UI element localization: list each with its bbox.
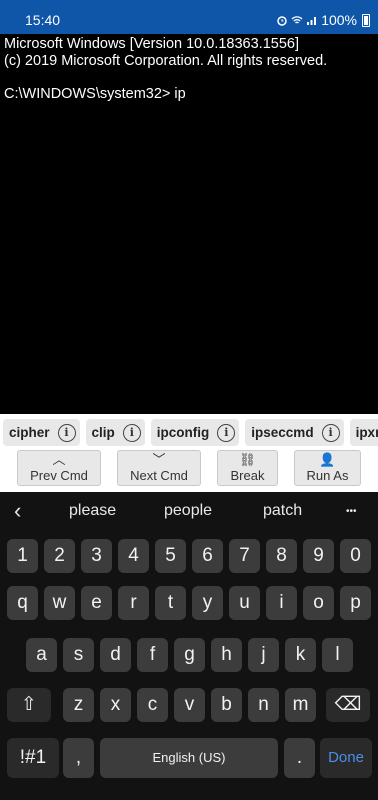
command-chip-row: cipher i clip i ipconfig i ipseccmd i ip… <box>3 419 378 446</box>
console-line: (c) 2019 Microsoft Corporation. All righ… <box>4 52 328 69</box>
key-comma[interactable]: , <box>63 738 94 778</box>
key-z[interactable]: z <box>63 688 94 722</box>
key-r[interactable]: r <box>118 586 149 620</box>
key-f[interactable]: f <box>137 638 168 672</box>
more-options-icon[interactable]: ••• <box>346 506 357 517</box>
key-x[interactable]: x <box>100 688 131 722</box>
signal-icon <box>307 17 317 25</box>
break-link-icon: ⛓ <box>239 452 256 467</box>
chip-label: ipxr <box>355 425 378 440</box>
key-d[interactable]: d <box>100 638 131 672</box>
suggestion-word[interactable]: patch <box>263 502 302 520</box>
key-9[interactable]: 9 <box>303 539 334 573</box>
action-button-row: ︿ Prev Cmd ﹀ Next Cmd ⛓ Break 👤 Run As <box>0 450 378 488</box>
key-i[interactable]: i <box>266 586 297 620</box>
chip-label: ipseccmd <box>251 425 314 440</box>
chip-label: cipher <box>9 425 50 440</box>
keyboard-suggestion-bar: ‹ please people patch ••• <box>0 492 378 530</box>
space-key[interactable]: English (US) <box>100 738 278 778</box>
next-cmd-button[interactable]: ﹀ Next Cmd <box>117 450 201 486</box>
prev-cmd-button[interactable]: ︿ Prev Cmd <box>17 450 101 486</box>
key-e[interactable]: e <box>81 586 112 620</box>
key-o[interactable]: o <box>303 586 334 620</box>
key-t[interactable]: t <box>155 586 186 620</box>
done-key[interactable]: Done <box>320 738 372 778</box>
key-l[interactable]: l <box>322 638 353 672</box>
shift-key[interactable]: ⇧ <box>7 688 51 722</box>
command-suggestions-panel: cipher i clip i ipconfig i ipseccmd i ip… <box>0 414 378 492</box>
key-b[interactable]: b <box>211 688 242 722</box>
info-icon[interactable]: i <box>321 423 340 442</box>
button-label: Prev Cmd <box>30 468 88 483</box>
alarm-icon <box>277 16 287 26</box>
key-6[interactable]: 6 <box>192 539 223 573</box>
chevron-up-icon: ︿ <box>52 452 66 467</box>
symbols-key[interactable]: !#1 <box>7 738 59 778</box>
key-period[interactable]: . <box>284 738 315 778</box>
key-c[interactable]: c <box>137 688 168 722</box>
button-label: Break <box>230 468 265 483</box>
status-icons: 100% <box>276 12 370 28</box>
key-k[interactable]: k <box>285 638 316 672</box>
console-output[interactable]: Microsoft Windows [Version 10.0.18363.15… <box>0 34 378 414</box>
command-chip-ipconfig[interactable]: ipconfig i <box>150 419 240 446</box>
key-g[interactable]: g <box>174 638 205 672</box>
key-p[interactable]: p <box>340 586 371 620</box>
info-icon[interactable]: i <box>217 423 236 442</box>
chip-label: clip <box>91 425 115 440</box>
wifi-icon <box>291 16 303 24</box>
break-button[interactable]: ⛓ Break <box>217 450 278 486</box>
key-w[interactable]: w <box>44 586 75 620</box>
command-chip-ipseccmd[interactable]: ipseccmd i <box>245 419 344 446</box>
suggestion-word[interactable]: people <box>164 502 212 520</box>
key-7[interactable]: 7 <box>229 539 260 573</box>
console-prompt-line: C:\WINDOWS\system32> ip <box>4 85 186 102</box>
key-q[interactable]: q <box>7 586 38 620</box>
button-label: Next Cmd <box>130 468 188 483</box>
chevron-left-icon[interactable]: ‹ <box>14 498 21 524</box>
key-n[interactable]: n <box>248 688 279 722</box>
backspace-key[interactable]: ⌫ <box>326 688 370 722</box>
battery-percent: 100% <box>321 12 357 28</box>
key-8[interactable]: 8 <box>266 539 297 573</box>
user-icon: 👤 <box>319 452 336 467</box>
suggestion-word[interactable]: please <box>69 502 116 520</box>
chevron-down-icon: ﹀ <box>152 452 166 467</box>
status-time: 15:40 <box>25 12 61 28</box>
info-icon[interactable]: i <box>122 423 141 442</box>
key-a[interactable]: a <box>26 638 57 672</box>
status-bar: 15:40 100% <box>0 0 378 34</box>
key-v[interactable]: v <box>174 688 205 722</box>
info-icon[interactable]: i <box>57 423 76 442</box>
command-chip-cipher[interactable]: cipher i <box>3 419 80 446</box>
battery-icon <box>362 13 370 27</box>
soft-keyboard: ‹ please people patch ••• 1234567890qwer… <box>0 492 378 800</box>
key-j[interactable]: j <box>248 638 279 672</box>
key-h[interactable]: h <box>211 638 242 672</box>
key-m[interactable]: m <box>285 688 316 722</box>
command-chip-ipxr[interactable]: ipxr <box>349 419 378 446</box>
key-4[interactable]: 4 <box>118 539 149 573</box>
key-2[interactable]: 2 <box>44 539 75 573</box>
key-y[interactable]: y <box>192 586 223 620</box>
key-3[interactable]: 3 <box>81 539 112 573</box>
button-label: Run As <box>306 468 349 483</box>
key-5[interactable]: 5 <box>155 539 186 573</box>
run-as-button[interactable]: 👤 Run As <box>294 450 361 486</box>
chip-label: ipconfig <box>156 425 210 440</box>
command-chip-clip[interactable]: clip i <box>85 419 145 446</box>
key-0[interactable]: 0 <box>340 539 371 573</box>
console-line: Microsoft Windows [Version 10.0.18363.15… <box>4 36 299 52</box>
key-s[interactable]: s <box>63 638 94 672</box>
key-u[interactable]: u <box>229 586 260 620</box>
key-1[interactable]: 1 <box>7 539 38 573</box>
